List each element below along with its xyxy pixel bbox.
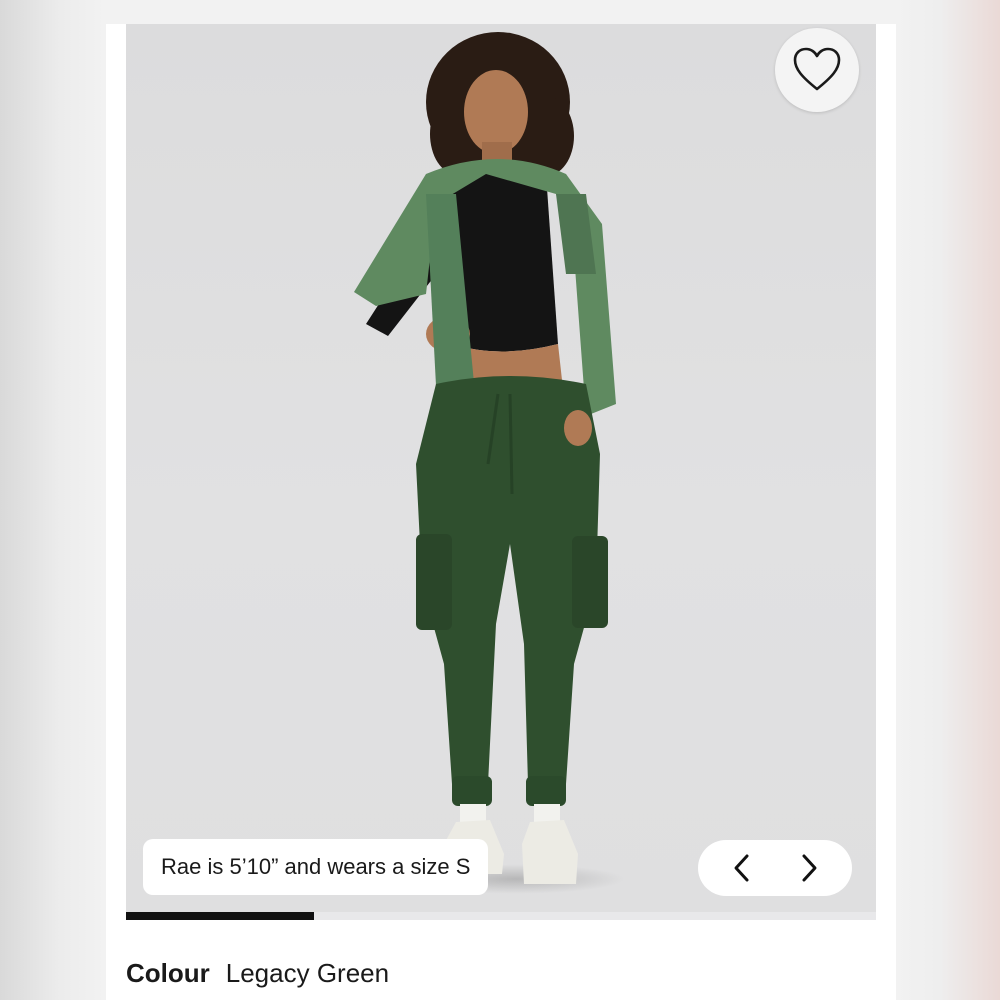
heart-outline-icon: [793, 47, 841, 91]
next-image-button[interactable]: [789, 848, 829, 888]
wishlist-button[interactable]: [775, 28, 859, 112]
chevron-right-icon: [802, 854, 816, 882]
model-size-caption: Rae is 5’10” and wears a size S: [143, 839, 489, 895]
previous-image-button[interactable]: [722, 848, 762, 888]
colour-row: Colour Legacy Green: [126, 958, 389, 989]
gallery-progress-bar: [126, 912, 876, 920]
product-image-carousel[interactable]: Rae is 5’10” and wears a size S: [126, 24, 876, 912]
colour-value: Legacy Green: [225, 958, 390, 988]
product-model-image: [354, 32, 616, 884]
top-strip: [106, 0, 896, 24]
colour-label: Colour: [126, 958, 210, 988]
carousel-nav: [698, 840, 852, 896]
gallery-progress-fill: [126, 912, 314, 920]
product-page: Rae is 5’10” and wears a size S Colour L…: [106, 0, 896, 1000]
chevron-left-icon: [734, 854, 748, 882]
model-caption-text: Rae is 5’10” and wears a size S: [161, 854, 471, 879]
